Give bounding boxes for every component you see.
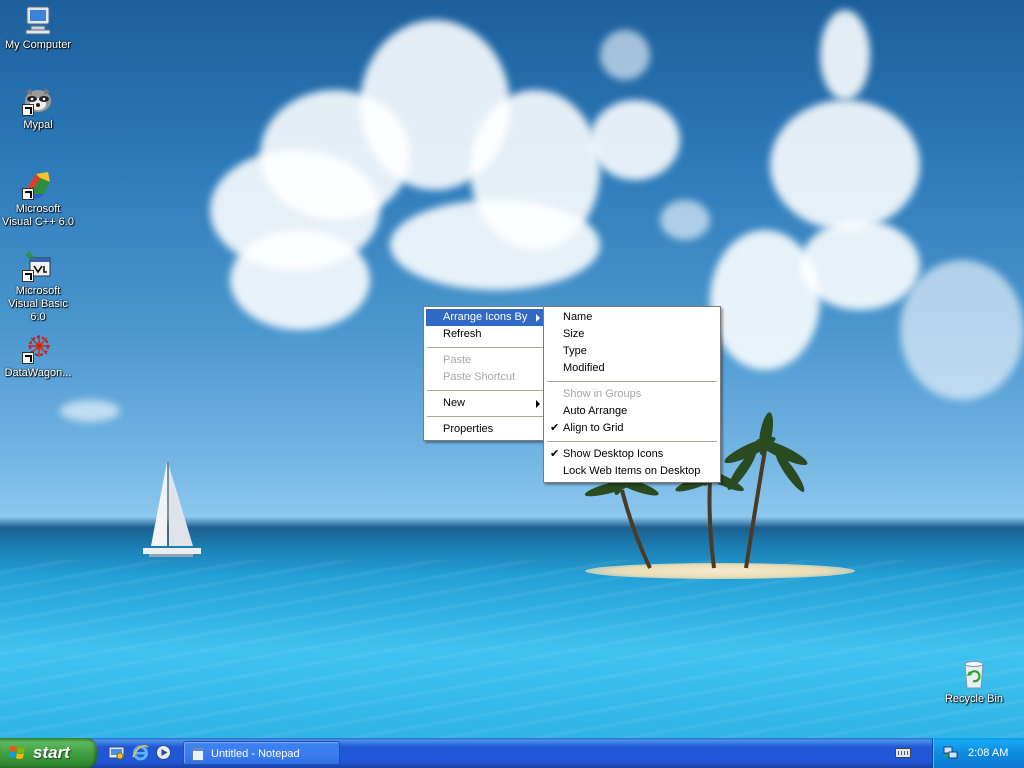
menu-item-label: Name [563, 311, 593, 323]
cloud [390, 200, 600, 290]
menu-item-paste[interactable]: Paste [426, 352, 545, 369]
menu-item-refresh[interactable]: Refresh [426, 326, 545, 343]
visual-basic-icon [22, 250, 54, 282]
submenu-item-size[interactable]: Size [546, 326, 718, 343]
menu-item-label: Type [563, 345, 587, 357]
menu-item-label: Refresh [443, 328, 482, 340]
menu-separator [547, 441, 717, 442]
datawagon-icon [22, 332, 54, 364]
sailboat-icon [143, 462, 201, 557]
system-tray: 2:08 AM [932, 738, 1024, 768]
desktop-icon-recycle-bin[interactable]: Recycle Bin [936, 658, 1012, 706]
cloud [600, 30, 650, 80]
notepad-icon [192, 747, 204, 761]
menu-item-label: Properties [443, 423, 494, 435]
submenu-item-align-to-grid[interactable]: ✔ Align to Grid [546, 420, 718, 437]
cloud [820, 10, 870, 100]
desktop-icon-label: Microsoft Visual Basic 6.0 [8, 285, 68, 323]
menu-separator [427, 390, 544, 391]
menu-item-paste-shortcut[interactable]: Paste Shortcut [426, 369, 545, 386]
desktop-icon-visual-basic[interactable]: Microsoft Visual Basic 6.0 [0, 250, 76, 324]
show-desktop-icon[interactable] [108, 744, 125, 761]
checkmark-icon: ✔ [550, 422, 560, 434]
menu-item-label: Show Desktop Icons [563, 448, 664, 460]
sea-surface [0, 560, 1024, 738]
shortcut-arrow-icon [22, 270, 34, 282]
submenu-arrow-icon [536, 314, 540, 322]
cloud [800, 220, 920, 310]
cloud [590, 100, 680, 180]
submenu-item-show-desktop-icons[interactable]: ✔ Show Desktop Icons [546, 446, 718, 463]
shortcut-arrow-icon [22, 352, 34, 364]
menu-item-label: Lock Web Items on Desktop [563, 465, 701, 477]
raccoon-icon [22, 84, 54, 116]
submenu-item-type[interactable]: Type [546, 343, 718, 360]
arrange-icons-submenu: Name Size Type Modified Show in Groups A… [543, 306, 721, 483]
cloud [900, 260, 1024, 400]
desktop-icon-label: My Computer [4, 39, 72, 51]
internet-explorer-icon[interactable] [132, 744, 149, 761]
media-player-icon[interactable] [155, 744, 172, 761]
submenu-arrow-icon [536, 400, 540, 408]
submenu-item-lock-web-items[interactable]: Lock Web Items on Desktop [546, 463, 718, 480]
menu-item-label: New [443, 397, 466, 409]
desktop-icon-datawagon[interactable]: DataWagon... [0, 332, 76, 380]
taskbar-button-label: Untitled - Notepad [211, 748, 300, 760]
menu-item-label: Show in Groups [563, 388, 642, 400]
checkmark-icon: ✔ [550, 448, 560, 460]
menu-item-label: Paste Shortcut [443, 371, 516, 383]
menu-separator [547, 381, 717, 382]
cloud [230, 230, 370, 330]
taskbar-button-notepad[interactable]: Untitled - Notepad [183, 741, 340, 765]
submenu-item-modified[interactable]: Modified [546, 360, 718, 377]
menu-item-label: Modified [563, 362, 605, 374]
desktop-icon-visual-cpp[interactable]: Microsoft Visual C++ 6.0 [0, 168, 76, 229]
submenu-item-name[interactable]: Name [546, 309, 718, 326]
menu-separator [427, 416, 544, 417]
desktop-icon-label: Microsoft Visual C++ 6.0 [2, 203, 74, 228]
recycle-bin-icon [958, 658, 990, 690]
cloud [660, 200, 710, 240]
desktop-icon-label: Mypal [23, 119, 53, 131]
desktop-icon-mypal[interactable]: Mypal [0, 84, 76, 132]
keyboard-icon[interactable] [895, 748, 911, 758]
visual-cpp-icon [22, 168, 54, 200]
menu-item-properties[interactable]: Properties [426, 421, 545, 438]
shortcut-arrow-icon [22, 188, 34, 200]
menu-item-label: Size [563, 328, 585, 340]
desktop-icon-label: Recycle Bin [944, 693, 1004, 705]
network-icon[interactable] [943, 745, 958, 760]
menu-item-label: Arrange Icons By [443, 311, 528, 323]
cloud [60, 400, 120, 422]
menu-separator [427, 347, 544, 348]
shortcut-arrow-icon [22, 104, 34, 116]
submenu-item-auto-arrange[interactable]: Auto Arrange [546, 403, 718, 420]
windows-flag-icon [9, 746, 25, 759]
clock[interactable]: 2:08 AM [968, 738, 1008, 768]
cloud [770, 100, 920, 230]
desktop-icon-label: DataWagon... [4, 367, 72, 379]
taskbar: start Untitled - Notepad 2:08 AM [0, 738, 1024, 768]
menu-item-label: Auto Arrange [563, 405, 628, 417]
menu-item-label: Align to Grid [563, 422, 624, 434]
desktop-icon-my-computer[interactable]: My Computer [0, 4, 76, 52]
menu-item-label: Paste [443, 354, 472, 366]
menu-item-new[interactable]: New [426, 395, 545, 412]
submenu-item-show-in-groups[interactable]: Show in Groups [546, 386, 718, 403]
desktop-context-menu: Arrange Icons By Refresh Paste Paste Sho… [423, 306, 548, 441]
my-computer-icon [22, 4, 54, 36]
start-button[interactable]: start [0, 738, 97, 768]
start-label: start [33, 743, 70, 762]
desktop[interactable]: My Computer Mypal Microsoft Visual C++ 6… [0, 0, 1024, 738]
menu-item-arrange-icons-by[interactable]: Arrange Icons By [426, 309, 545, 326]
